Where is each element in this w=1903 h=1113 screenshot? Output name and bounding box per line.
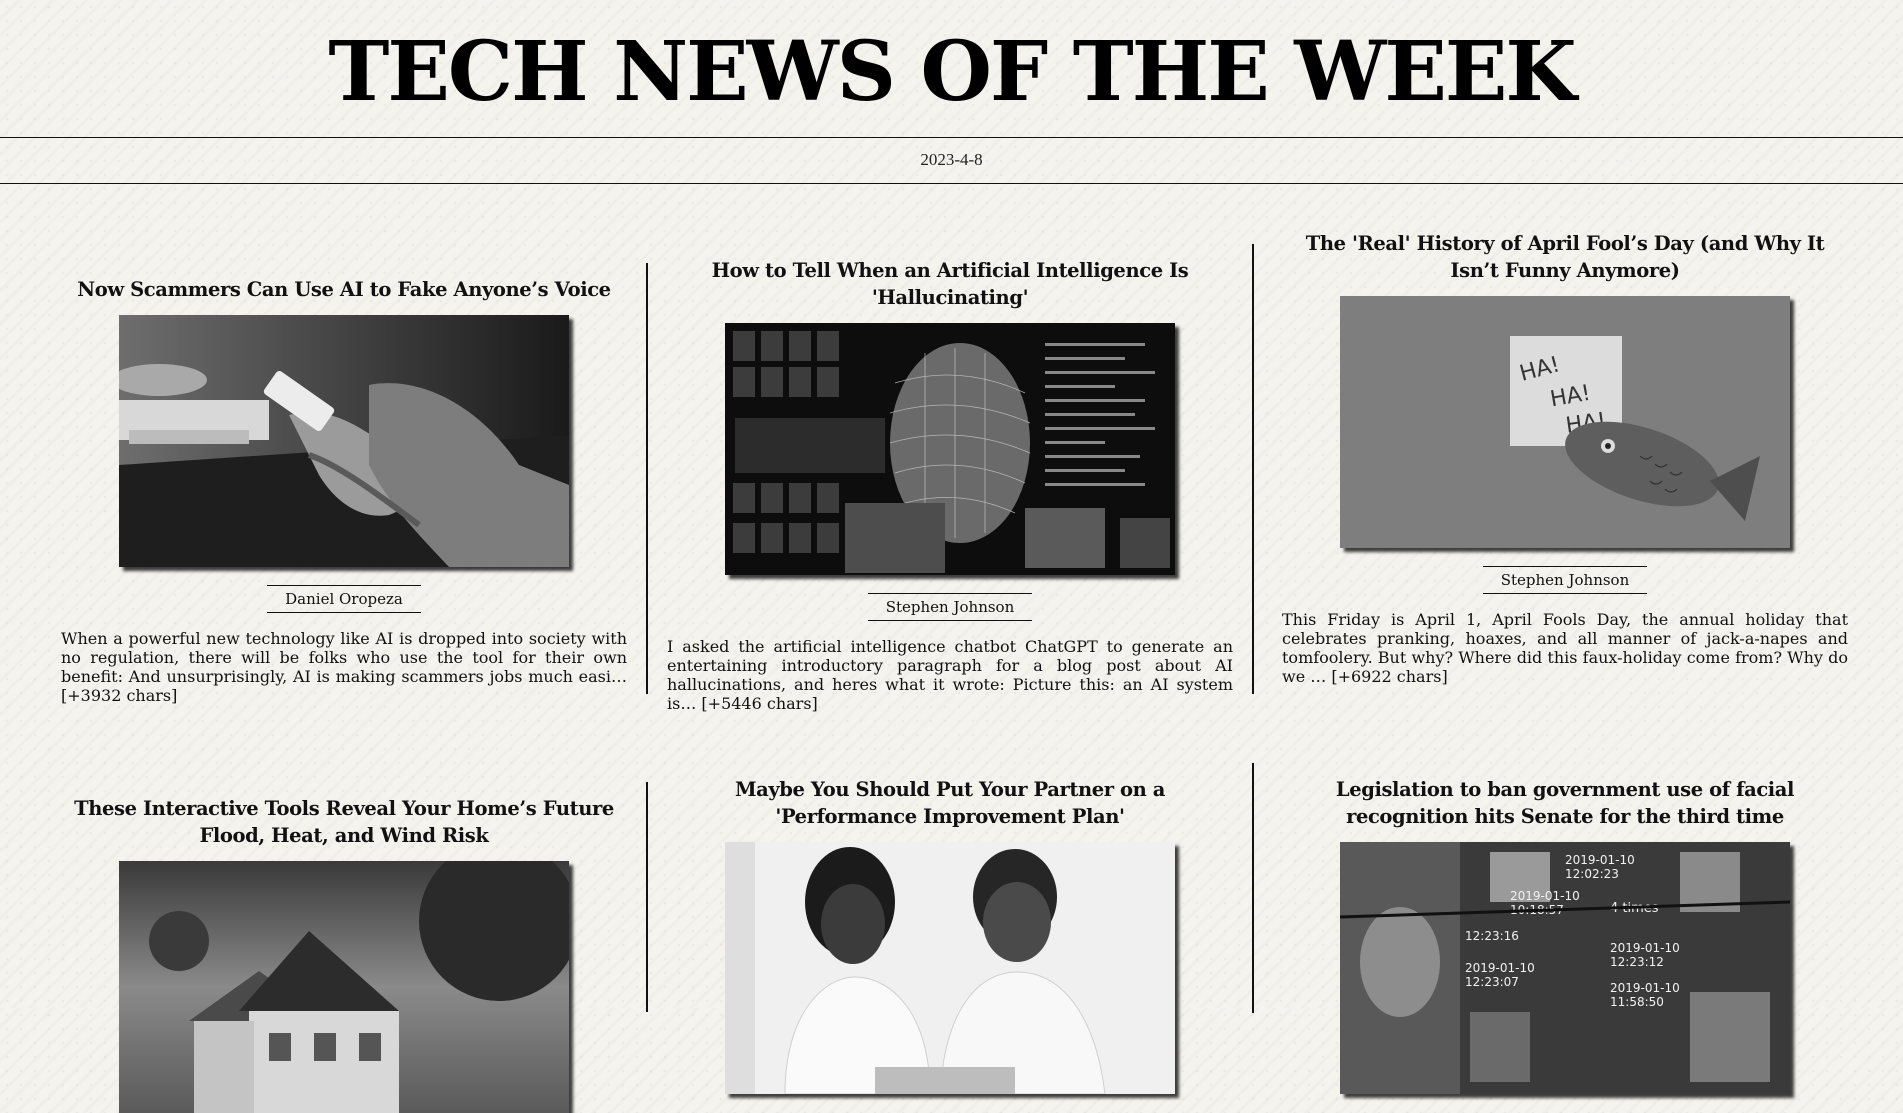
article-title[interactable]: How to Tell When an Artificial Intellige…	[667, 257, 1233, 311]
overlay-text: 12:23:16	[1465, 929, 1519, 943]
article-card[interactable]: These Interactive Tools Reveal Your Home…	[61, 795, 627, 1113]
article-image[interactable]: HA! HA! HA!	[1340, 296, 1790, 548]
overlay-text: 2019-01-10	[1610, 981, 1680, 995]
overlay-text: 2019-01-10	[1610, 941, 1680, 955]
column-divider	[1252, 763, 1254, 1013]
overlay-text: 11:58:50	[1610, 995, 1664, 1009]
masthead-rule-bottom	[0, 183, 1903, 184]
article-card[interactable]: Legislation to ban government use of fac…	[1282, 776, 1848, 1094]
article-author: Daniel Oropeza	[267, 585, 421, 613]
article-image[interactable]	[119, 861, 569, 1113]
article-title[interactable]: The 'Real' History of April Fool’s Day (…	[1282, 230, 1848, 284]
article-image[interactable]	[725, 323, 1175, 575]
column-divider	[646, 782, 648, 1012]
article-author: Stephen Johnson	[867, 593, 1033, 621]
article-image[interactable]	[119, 315, 569, 567]
article-excerpt: When a powerful new technology like AI i…	[61, 629, 627, 705]
article-image[interactable]: 2019-01-10 12:02:23 2019-01-10 10:18:57 …	[1340, 842, 1790, 1094]
overlay-text: 2019-01-10	[1565, 853, 1635, 867]
article-title[interactable]: These Interactive Tools Reveal Your Home…	[61, 795, 627, 849]
article-excerpt: This Friday is April 1, April Fools Day,…	[1282, 610, 1848, 686]
column-divider	[1252, 244, 1254, 694]
masthead-title: TECH NEWS OF THE WEEK	[328, 24, 1576, 120]
article-image[interactable]	[725, 842, 1175, 1094]
issue-date: 2023-4-8	[920, 150, 983, 169]
masthead-rule-top	[0, 137, 1903, 138]
overlay-text: 12:02:23	[1565, 867, 1619, 881]
article-excerpt: I asked the artificial intelligence chat…	[667, 637, 1233, 713]
article-card[interactable]: Maybe You Should Put Your Partner on a '…	[667, 776, 1233, 1094]
article-card[interactable]: The 'Real' History of April Fool’s Day (…	[1282, 230, 1848, 686]
article-author: Stephen Johnson	[1482, 566, 1648, 594]
article-title[interactable]: Legislation to ban government use of fac…	[1282, 776, 1848, 830]
article-title[interactable]: Maybe You Should Put Your Partner on a '…	[667, 776, 1233, 830]
article-card[interactable]: How to Tell When an Artificial Intellige…	[667, 257, 1233, 713]
overlay-text: 2019-01-10	[1465, 961, 1535, 975]
article-title[interactable]: Now Scammers Can Use AI to Fake Anyone’s…	[61, 276, 627, 303]
overlay-text: 12:23:07	[1465, 975, 1519, 989]
overlay-text: 2019-01-10	[1510, 889, 1580, 903]
overlay-text: 12:23:12	[1610, 955, 1664, 969]
column-divider	[646, 263, 648, 694]
article-card[interactable]: Now Scammers Can Use AI to Fake Anyone’s…	[61, 276, 627, 705]
